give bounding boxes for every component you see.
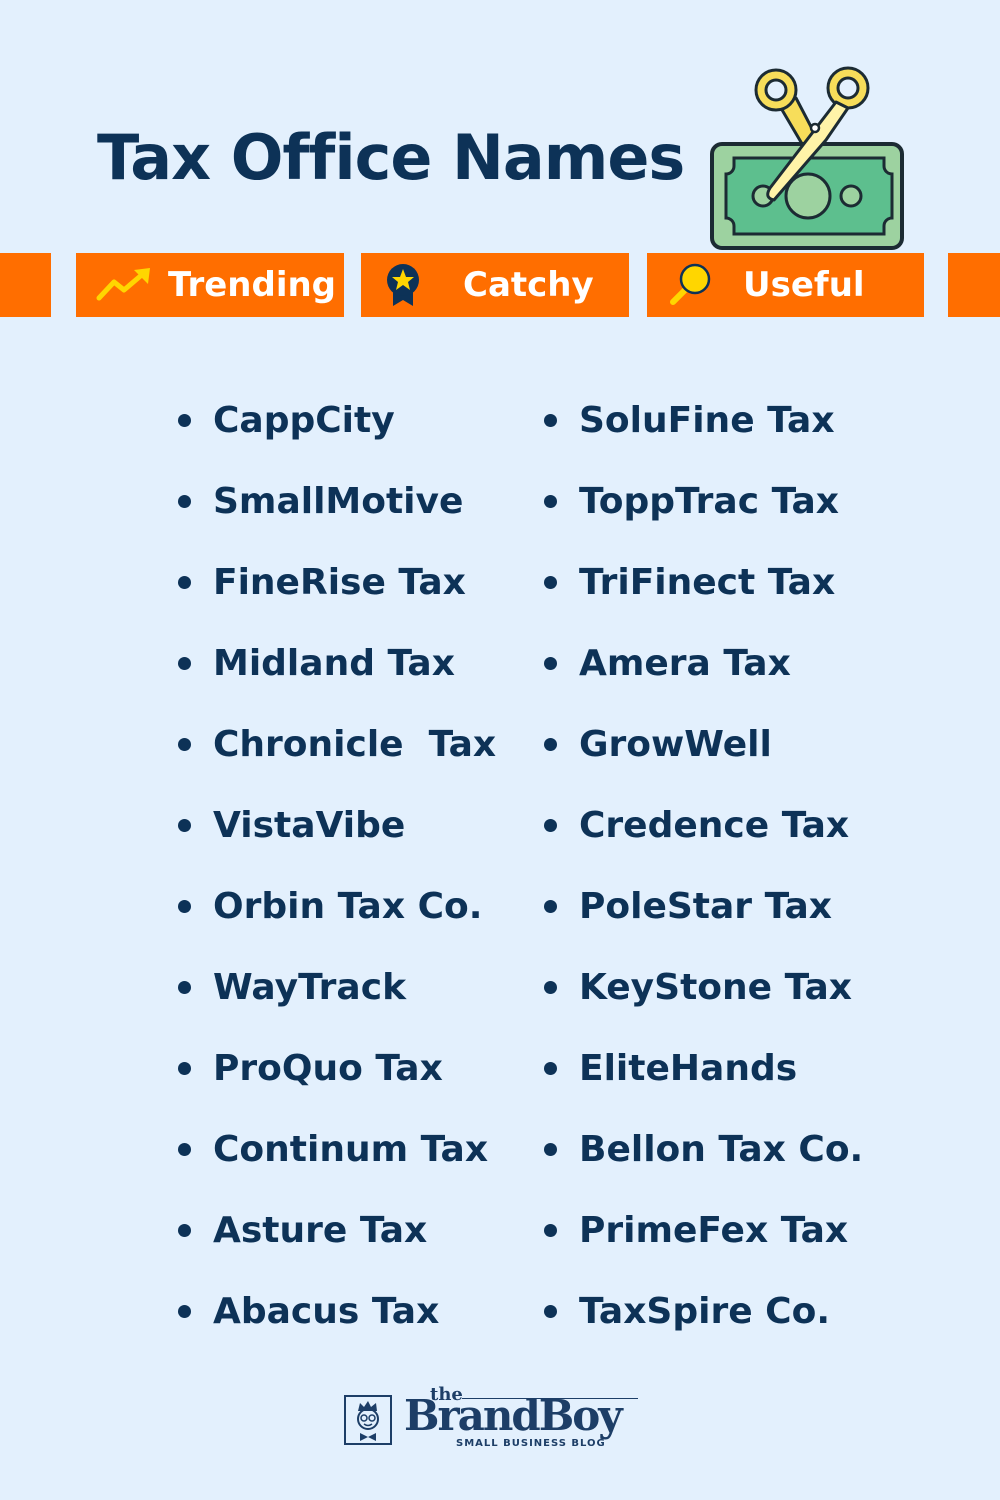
page-title: Tax Office Names xyxy=(97,121,685,194)
name-text: FineRise Tax xyxy=(213,562,466,603)
tag-label: Trending xyxy=(168,265,337,305)
bullet-icon xyxy=(544,576,557,589)
bullet-icon xyxy=(178,657,191,670)
list-item: ToppTrac Tax xyxy=(544,461,863,542)
bullet-icon xyxy=(178,1143,191,1156)
name-text: ToppTrac Tax xyxy=(579,481,839,522)
decorative-band-left xyxy=(0,253,51,317)
award-ribbon-icon xyxy=(387,264,419,306)
bullet-icon xyxy=(178,738,191,751)
name-text: GrowWell xyxy=(579,724,772,765)
list-item: Asture Tax xyxy=(178,1190,496,1271)
tag-trending: Trending xyxy=(76,253,344,317)
name-text: ProQuo Tax xyxy=(213,1048,443,1089)
list-item: PoleStar Tax xyxy=(544,866,863,947)
list-item: Abacus Tax xyxy=(178,1271,496,1352)
list-item: KeyStone Tax xyxy=(544,947,863,1028)
list-item: TaxSpire Co. xyxy=(544,1271,863,1352)
bullet-icon xyxy=(544,1224,557,1237)
bullet-icon xyxy=(178,1062,191,1075)
bullet-icon xyxy=(544,1143,557,1156)
list-item: VistaVibe xyxy=(178,785,496,866)
name-text: TaxSpire Co. xyxy=(579,1291,830,1332)
bullet-icon xyxy=(544,1062,557,1075)
tag-catchy: Catchy xyxy=(361,253,629,317)
bullet-icon xyxy=(544,657,557,670)
name-text: PoleStar Tax xyxy=(579,886,833,927)
list-item: Amera Tax xyxy=(544,623,863,704)
brand-logo: the BrandBoy SMALL BUSINESS BLOG xyxy=(344,1384,644,1450)
bullet-icon xyxy=(178,819,191,832)
list-item: Credence Tax xyxy=(544,785,863,866)
name-text: Asture Tax xyxy=(213,1210,428,1251)
bullet-icon xyxy=(178,900,191,913)
list-item: Orbin Tax Co. xyxy=(178,866,496,947)
bullet-icon xyxy=(178,414,191,427)
name-text: TriFinect Tax xyxy=(579,562,836,603)
list-item: Midland Tax xyxy=(178,623,496,704)
list-item: WayTrack xyxy=(178,947,496,1028)
tag-useful: Useful xyxy=(647,253,924,317)
name-text: WayTrack xyxy=(213,967,407,1008)
tag-label: Useful xyxy=(743,265,865,305)
name-text: Amera Tax xyxy=(579,643,791,684)
list-item: FineRise Tax xyxy=(178,542,496,623)
magnifier-icon xyxy=(670,263,711,305)
name-text: EliteHands xyxy=(579,1048,798,1089)
bullet-icon xyxy=(544,981,557,994)
trending-up-icon xyxy=(96,268,150,301)
name-text: CappCity xyxy=(213,400,395,441)
tag-label: Catchy xyxy=(463,265,594,305)
name-text: Bellon Tax Co. xyxy=(579,1129,864,1170)
list-item: CappCity xyxy=(178,380,496,461)
name-text: Chronicle Tax xyxy=(213,724,497,765)
list-item: SmallMotive xyxy=(178,461,496,542)
name-text: SmallMotive xyxy=(213,481,464,522)
list-item: PrimeFex Tax xyxy=(544,1190,863,1271)
list-item: TriFinect Tax xyxy=(544,542,863,623)
name-text: SoluFine Tax xyxy=(579,400,835,441)
name-text: Continum Tax xyxy=(213,1129,489,1170)
list-item: Continum Tax xyxy=(178,1109,496,1190)
name-text: Credence Tax xyxy=(579,805,850,846)
bullet-icon xyxy=(544,900,557,913)
bullet-icon xyxy=(178,1224,191,1237)
name-text: VistaVibe xyxy=(213,805,406,846)
bullet-icon xyxy=(544,1305,557,1318)
bullet-icon xyxy=(544,414,557,427)
decorative-band-right xyxy=(948,253,1000,317)
list-item: Bellon Tax Co. xyxy=(544,1109,863,1190)
bullet-icon xyxy=(178,576,191,589)
name-text: Midland Tax xyxy=(213,643,455,684)
list-item: EliteHands xyxy=(544,1028,863,1109)
list-item: ProQuo Tax xyxy=(178,1028,496,1109)
bullet-icon xyxy=(178,495,191,508)
mascot-icon xyxy=(344,1395,392,1445)
name-text: Abacus Tax xyxy=(213,1291,440,1332)
bullet-icon xyxy=(544,495,557,508)
money-scissors-icon xyxy=(710,66,904,250)
bullet-icon xyxy=(178,981,191,994)
name-text: PrimeFex Tax xyxy=(579,1210,849,1251)
name-text: Orbin Tax Co. xyxy=(213,886,483,927)
logo-brand-text: BrandBoy xyxy=(404,1391,623,1440)
bullet-icon xyxy=(178,1305,191,1318)
list-item: Chronicle Tax xyxy=(178,704,496,785)
list-item: SoluFine Tax xyxy=(544,380,863,461)
logo-tagline: SMALL BUSINESS BLOG xyxy=(456,1438,606,1449)
names-list-left: CappCity SmallMotive FineRise Tax Midlan… xyxy=(178,380,496,1352)
bullet-icon xyxy=(544,819,557,832)
bullet-icon xyxy=(544,738,557,751)
name-text: KeyStone Tax xyxy=(579,967,853,1008)
names-list-right: SoluFine Tax ToppTrac Tax TriFinect Tax … xyxy=(544,380,863,1352)
list-item: GrowWell xyxy=(544,704,863,785)
